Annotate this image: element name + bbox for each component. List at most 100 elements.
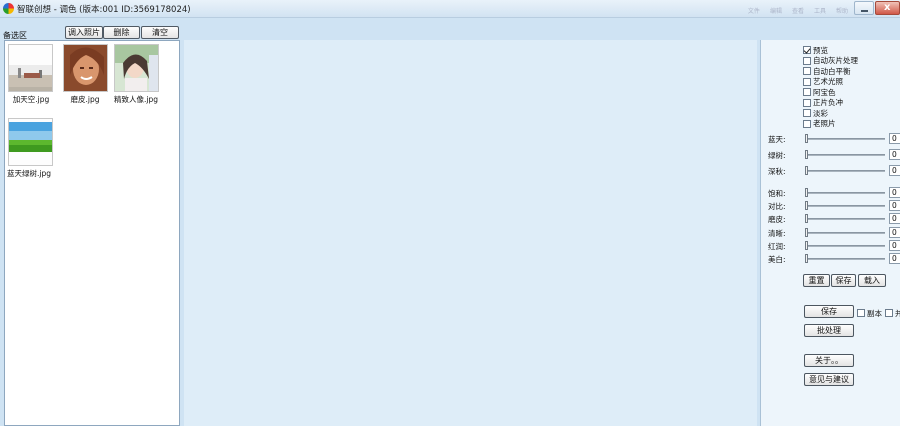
slider-thumb[interactable] (805, 134, 808, 143)
slider-thumb[interactable] (805, 254, 808, 263)
thumbnail-smooth-skin[interactable] (63, 44, 108, 92)
minimize-button[interactable] (854, 1, 874, 15)
checkbox[interactable] (857, 309, 865, 317)
slider-label: 美白: (768, 255, 786, 264)
slider-label: 绿树: (768, 151, 786, 160)
slider-value[interactable]: 0 (889, 187, 900, 198)
checkbox[interactable] (803, 109, 811, 117)
candidate-panel[interactable]: 加天空.jpg 磨皮.jpg 精致人像.jpg 蓝天绿树.jpg (4, 40, 180, 426)
clear-button[interactable]: 清空 (141, 26, 179, 39)
delete-button[interactable]: 删除 (103, 26, 140, 39)
save-preset-button[interactable]: 保存 (831, 274, 856, 287)
sky-photo-icon (9, 45, 52, 91)
slider-value[interactable]: 0 (889, 165, 900, 176)
option-art-lighting[interactable]: 艺术光照 (803, 77, 843, 87)
copy-option[interactable]: 副本 (857, 308, 882, 318)
option-label: 并 (895, 308, 900, 318)
slider-value[interactable]: 0 (889, 200, 900, 211)
slider-smoothing[interactable] (805, 214, 885, 223)
load-preset-button[interactable]: 载入 (858, 274, 886, 287)
slider-thumb[interactable] (805, 166, 808, 175)
overlay-option[interactable]: 并 (885, 308, 900, 318)
about-button[interactable]: 关于。。 (804, 354, 854, 367)
option-label: 淡彩 (813, 108, 828, 118)
menu-item[interactable]: 工具 (814, 6, 826, 15)
slider-ruddy[interactable] (805, 241, 885, 250)
slider-label: 蓝天: (768, 135, 786, 144)
slider-label: 红润: (768, 242, 786, 251)
option-label: 正片负冲 (813, 98, 843, 107)
slider-label: 饱和: (768, 189, 786, 198)
option-label: 预览 (813, 45, 828, 55)
slider-sharpness[interactable] (805, 228, 885, 237)
option-label: 艺术光照 (813, 77, 843, 86)
app-logo-icon (3, 3, 14, 14)
slider-value[interactable]: 0 (889, 133, 900, 144)
reset-button[interactable]: 重置 (803, 274, 830, 287)
option-label: 副本 (867, 308, 882, 318)
slider-value[interactable]: 0 (889, 213, 900, 224)
option-label: 阿宝色 (813, 87, 836, 97)
batch-process-button[interactable]: 批处理 (804, 324, 854, 337)
option-cross-process[interactable]: 正片负冲 (803, 98, 843, 108)
portrait-photo-icon (115, 45, 158, 91)
checkbox[interactable] (803, 56, 811, 65)
slider-bluesky[interactable] (805, 134, 885, 143)
slider-whitening[interactable] (805, 254, 885, 263)
thumbnail-caption: 加天空.jpg (12, 95, 50, 104)
slider-value[interactable]: 0 (889, 149, 900, 160)
feedback-button[interactable]: 意见与建议 (804, 373, 854, 386)
slider-label: 对比: (768, 202, 786, 211)
checkbox[interactable] (803, 77, 811, 86)
option-label: 老照片 (813, 119, 836, 128)
slider-thumb[interactable] (805, 228, 808, 237)
slider-label: 深秋: (768, 167, 786, 176)
slider-value[interactable]: 0 (889, 253, 900, 264)
checkbox[interactable] (803, 98, 811, 107)
image-canvas[interactable] (184, 40, 757, 426)
checkbox[interactable] (803, 46, 811, 54)
option-label: 自动灰片处理 (813, 56, 858, 65)
portrait-photo-icon (64, 45, 107, 91)
window-title: 智联创想 - 调色 (版本:001 ID:3569178024) (17, 5, 191, 15)
slider-value[interactable]: 0 (889, 240, 900, 251)
option-pastel[interactable]: 淡彩 (803, 108, 828, 118)
slider-thumb[interactable] (805, 150, 808, 159)
slider-value[interactable]: 0 (889, 227, 900, 238)
faint-menu: 文件 编辑 查看 工具 帮助 (748, 6, 848, 15)
slider-contrast[interactable] (805, 201, 885, 210)
slider-green-trees[interactable] (805, 150, 885, 159)
landscape-photo-icon (9, 119, 52, 165)
thumbnail-caption: 蓝天绿树.jpg (7, 169, 51, 178)
menu-item[interactable]: 编辑 (770, 6, 782, 15)
menu-item[interactable]: 帮助 (836, 6, 848, 15)
import-photo-button[interactable]: 调入照片 (65, 26, 103, 39)
thumbnail-sky[interactable] (8, 44, 53, 92)
checkbox[interactable] (803, 88, 811, 96)
slider-autumn[interactable] (805, 166, 885, 175)
option-old-photo[interactable]: 老照片 (803, 119, 836, 129)
slider-thumb[interactable] (805, 201, 808, 210)
option-preview[interactable]: 预览 (803, 45, 828, 55)
close-button[interactable] (875, 1, 900, 15)
thumbnail-bluesky-trees[interactable] (8, 118, 53, 166)
thumbnail-fine-portrait[interactable] (114, 44, 159, 92)
checkbox[interactable] (803, 67, 811, 75)
slider-label: 磨皮: (768, 215, 786, 224)
save-button[interactable]: 保存 (804, 305, 854, 318)
option-label: 自动白平衡 (813, 66, 851, 76)
checkbox[interactable] (885, 309, 893, 317)
slider-thumb[interactable] (805, 188, 808, 197)
checkbox[interactable] (803, 119, 811, 128)
slider-thumb[interactable] (805, 241, 808, 250)
title-bar: 智联创想 - 调色 (版本:001 ID:3569178024) 文件 编辑 查… (0, 0, 900, 18)
option-abao-color[interactable]: 阿宝色 (803, 87, 836, 97)
option-auto-gray[interactable]: 自动灰片处理 (803, 56, 858, 66)
slider-thumb[interactable] (805, 214, 808, 223)
slider-saturation[interactable] (805, 188, 885, 197)
adjustment-panel: 预览 自动灰片处理 自动白平衡 艺术光照 阿宝色 正片负冲 淡彩 老照片 蓝天:… (760, 40, 900, 426)
menu-item[interactable]: 文件 (748, 6, 760, 15)
option-auto-white-balance[interactable]: 自动白平衡 (803, 66, 851, 76)
menu-item[interactable]: 查看 (792, 6, 804, 15)
thumbnail-caption: 精致人像.jpg (114, 95, 158, 104)
